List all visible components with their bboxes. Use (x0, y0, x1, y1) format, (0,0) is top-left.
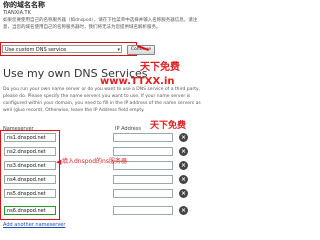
section-description: Do you run your own name server or do yo… (3, 87, 201, 113)
remove-nameserver-icon[interactable]: × (179, 147, 188, 156)
column-header-ip-address: IP Address (115, 126, 141, 132)
remove-nameserver-icon[interactable]: × (179, 189, 188, 198)
chevron-down-icon: ▾ (117, 47, 120, 53)
table-row: ns1.dnspod.net × (3, 133, 208, 143)
watermark-text-3: 天下免费 (150, 121, 187, 131)
ip-address-input-4[interactable] (113, 175, 173, 184)
domain-name-label: TIANXIA.TK (3, 10, 31, 16)
domain-settings-page: 你的域名名称 TIANXIA.TK 如果您要使用自己的名称服务器（如dnspod… (0, 0, 208, 232)
table-row: ns6.dnspod.net × (3, 206, 208, 216)
ip-address-input-1[interactable] (113, 133, 173, 142)
nameserver-input-5[interactable]: ns5.dnspod.net (4, 189, 56, 198)
nameserver-input-4[interactable]: ns4.dnspod.net (4, 175, 56, 184)
ip-address-input-6[interactable] (113, 206, 173, 215)
annotation-arrow-icon: ◀ (56, 158, 62, 166)
table-row: ns4.dnspod.net × (3, 175, 208, 185)
remove-nameserver-icon[interactable]: × (179, 175, 188, 184)
remove-nameserver-icon[interactable]: × (179, 206, 188, 215)
ip-address-input-5[interactable] (113, 189, 173, 198)
nameserver-input-2[interactable]: ns2.dnspod.net (4, 147, 56, 156)
ip-address-input-2[interactable] (113, 147, 173, 156)
nameserver-input-3[interactable]: ns3.dnspod.net (4, 161, 56, 170)
add-nameserver-link[interactable]: Add another nameserver (3, 222, 65, 228)
dns-service-select-value: Use custom DNS service (5, 47, 67, 53)
nameserver-input-1[interactable]: ns1.dnspod.net (4, 133, 56, 142)
remove-nameserver-icon[interactable]: × (179, 133, 188, 142)
page-title: 你的域名名称 (3, 1, 45, 9)
annotation-text: 填入dnspod的ns服务器 (62, 158, 127, 165)
dns-service-select[interactable]: Use custom DNS service ▾ (2, 45, 122, 53)
remove-nameserver-icon[interactable]: × (179, 161, 188, 170)
table-row: ns5.dnspod.net × (3, 189, 208, 199)
nameserver-input-6[interactable]: ns6.dnspod.net (4, 206, 56, 215)
help-text: 如果您要使用自己的名称服务器（如dnspod），请在下拉菜单中选择并输入名称服务… (3, 18, 198, 30)
